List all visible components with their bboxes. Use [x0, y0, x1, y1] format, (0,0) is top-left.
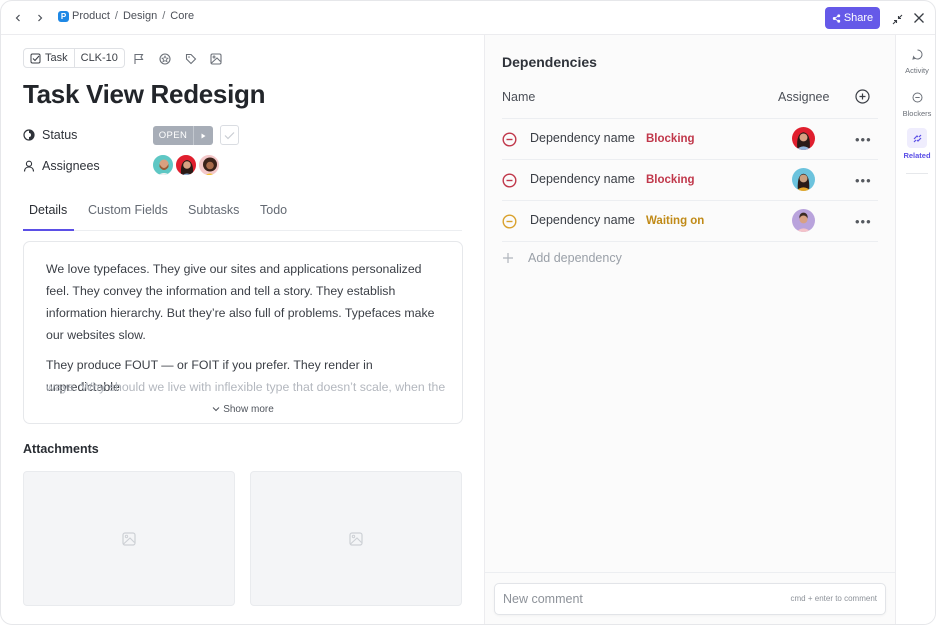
status-icon [23, 129, 35, 141]
dependency-name[interactable]: Dependency name [530, 213, 635, 227]
breadcrumb-separator: / [114, 10, 118, 22]
description-paragraph: We love typefaces. They give our sites a… [46, 262, 435, 342]
share-button[interactable]: Share [825, 7, 880, 29]
task-type-chip[interactable]: Task CLK-10 [23, 48, 125, 68]
top-bar: P Product / Design / Core Share [1, 1, 935, 35]
image-placeholder-icon [349, 531, 363, 546]
breadcrumb-item-design[interactable]: Design [123, 10, 157, 22]
blocking-icon [502, 173, 517, 188]
assignee-avatar[interactable] [198, 154, 220, 176]
column-assignee: Assignee [778, 90, 830, 104]
dependency-tag: Blocking [646, 133, 695, 145]
chevron-left-icon[interactable] [11, 11, 25, 25]
rail-divider [906, 173, 928, 174]
task-check-icon [30, 53, 41, 63]
status-dropdown[interactable]: OPEN [153, 126, 213, 145]
status-property: Status [23, 128, 77, 142]
attachments-title: Attachments [23, 442, 99, 456]
tab-todo[interactable]: Todo [260, 203, 287, 217]
task-title[interactable]: Task View Redesign [23, 79, 265, 110]
add-dependency-button[interactable]: Add dependency [502, 251, 622, 265]
show-more-label: Show more [223, 404, 274, 415]
task-tabs: Details Custom Fields Subtasks Todo [23, 193, 462, 231]
activity-icon [908, 45, 926, 63]
space-icon: P [58, 10, 69, 22]
chevron-down-icon [212, 407, 220, 412]
dependency-row[interactable]: Dependency name Blocking ••• [502, 160, 878, 201]
complete-checkbox[interactable] [220, 125, 239, 145]
tab-custom-fields[interactable]: Custom Fields [88, 203, 168, 217]
task-window: P Product / Design / Core Share Task CLK… [0, 0, 936, 625]
dependencies-header: Name Assignee [502, 89, 878, 119]
assignee-avatar[interactable] [152, 154, 174, 176]
dependency-tag: Waiting on [646, 215, 705, 227]
dependency-name[interactable]: Dependency name [530, 131, 635, 145]
share-icon [832, 13, 841, 23]
rail-label: Related [903, 151, 931, 160]
comment-placeholder: New comment [503, 592, 583, 606]
show-more-button[interactable]: Show more [24, 404, 462, 415]
badge-icon[interactable] [159, 52, 171, 65]
tab-subtasks[interactable]: Subtasks [188, 203, 239, 217]
attachment-tile[interactable] [250, 471, 462, 606]
task-type-label: Task [45, 52, 68, 64]
waiting-on-icon [502, 214, 517, 229]
assignee-avatar[interactable] [175, 154, 197, 176]
dependency-assignee-avatar[interactable] [792, 127, 815, 150]
rail-item-blockers[interactable]: Blockers [896, 88, 935, 118]
task-details-panel: Task CLK-10 Task View Redesign Status OP… [1, 35, 484, 624]
description-faded-text: ways. Why should we live with inflexible… [46, 380, 446, 394]
dependency-row[interactable]: Dependency name Blocking ••• [502, 119, 878, 160]
caret-right-icon[interactable] [194, 133, 213, 139]
column-name: Name [502, 90, 536, 104]
rail-label: Activity [905, 66, 929, 75]
dependency-row[interactable]: Dependency name Waiting on ••• [502, 201, 878, 242]
image-placeholder-icon [122, 531, 136, 546]
checkmark-icon [224, 131, 235, 139]
blocking-icon [502, 132, 517, 147]
plus-icon [503, 253, 513, 263]
dependency-name[interactable]: Dependency name [530, 172, 635, 186]
flag-icon[interactable] [133, 52, 145, 64]
share-label: Share [843, 12, 874, 24]
dependency-assignee-avatar[interactable] [792, 168, 815, 191]
comment-hint: cmd + enter to comment [790, 594, 877, 603]
attachment-tile[interactable] [23, 471, 235, 606]
dependencies-title: Dependencies [502, 54, 597, 70]
tag-icon[interactable] [185, 52, 197, 65]
comment-area: New comment cmd + enter to comment [485, 572, 896, 624]
close-icon[interactable] [913, 11, 925, 29]
dependencies-panel: Dependencies Name Assignee Dependency na… [484, 35, 896, 624]
assignees-property: Assignees [23, 159, 100, 173]
add-dependency-label: Add dependency [528, 251, 622, 265]
new-comment-input[interactable]: New comment cmd + enter to comment [494, 583, 886, 615]
more-options-icon[interactable]: ••• [855, 214, 872, 229]
blockers-icon [908, 88, 926, 106]
description-box[interactable]: We love typefaces. They give our sites a… [23, 241, 463, 424]
dependency-assignee-avatar[interactable] [792, 209, 815, 232]
status-label: Status [42, 128, 78, 142]
more-options-icon[interactable]: ••• [855, 173, 872, 188]
side-rail: Activity Blockers Related [895, 35, 935, 624]
add-circle-icon[interactable] [855, 89, 870, 107]
breadcrumb: P Product / Design / Core [58, 10, 194, 22]
more-options-icon[interactable]: ••• [855, 132, 872, 147]
person-icon [23, 160, 35, 172]
rail-item-related[interactable]: Related [896, 128, 935, 160]
rail-label: Blockers [902, 109, 932, 118]
breadcrumb-separator: / [162, 10, 166, 22]
breadcrumb-item-core[interactable]: Core [170, 10, 194, 22]
image-icon[interactable] [210, 52, 222, 65]
assignees-label: Assignees [42, 159, 100, 173]
task-id[interactable]: CLK-10 [75, 52, 124, 64]
related-icon [907, 128, 927, 148]
breadcrumb-item-product[interactable]: Product [72, 10, 110, 22]
collapse-icon[interactable] [892, 12, 903, 30]
tab-details[interactable]: Details [29, 203, 67, 217]
chevron-right-icon[interactable] [33, 11, 47, 25]
rail-item-activity[interactable]: Activity [896, 45, 935, 75]
dependency-tag: Blocking [646, 174, 695, 186]
active-tab-indicator [23, 229, 74, 231]
status-value: OPEN [153, 126, 194, 145]
